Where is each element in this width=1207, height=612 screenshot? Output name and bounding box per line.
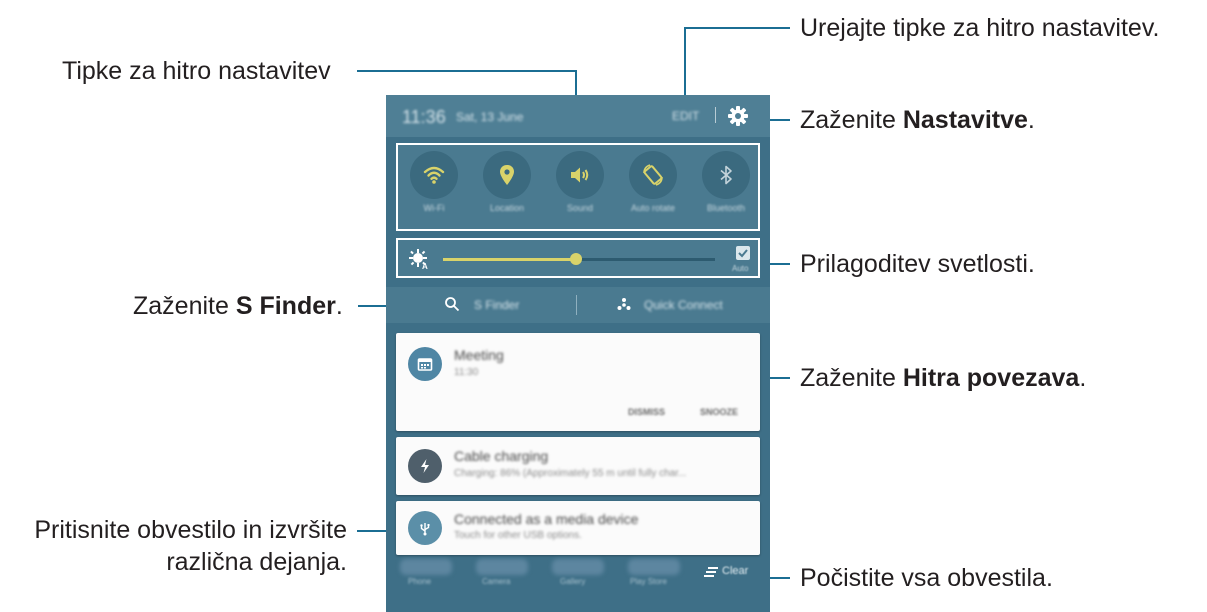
home-screen-dock: Phone Camera Gallery Play Store Clear xyxy=(386,557,770,612)
dock-app-camera-label: Camera xyxy=(482,577,511,586)
gear-icon xyxy=(728,106,748,126)
quick-setting-bluetooth-label: Bluetooth xyxy=(706,203,746,213)
quick-connect-icon xyxy=(617,298,631,310)
callout-s-finder: Zaženite S Finder. xyxy=(133,290,343,322)
dock-app-phone-icon xyxy=(400,559,452,575)
clear-all-button[interactable]: Clear xyxy=(702,563,762,581)
quick-setting-wifi-label: Wi-Fi xyxy=(423,203,445,213)
auto-brightness-checkbox[interactable] xyxy=(736,246,750,260)
status-bar: 11:36 Sat, 13 June EDIT xyxy=(386,95,770,137)
callout-notification-line1: Pritisnite obvestilo in izvršite xyxy=(34,516,347,544)
callout-finder-prefix: Zaženite xyxy=(133,292,236,320)
notification-charging-text: Charging: 86% (Approximately 55 m until … xyxy=(454,468,687,479)
clear-all-label: Clear xyxy=(722,565,749,577)
notification-charging-icon-wrap xyxy=(408,449,442,483)
dock-app-play-store-icon xyxy=(628,559,680,575)
callout-qc-prefix: Zaženite xyxy=(800,364,903,392)
callout-qc-bold: Hitra povezava xyxy=(902,364,1080,392)
brightness-slider-fill xyxy=(443,258,577,261)
status-time: 11:36 xyxy=(402,107,446,127)
location-icon xyxy=(500,165,514,185)
svg-text:A: A xyxy=(422,262,428,270)
callout-finder-bold: S Finder xyxy=(235,292,336,320)
brightness-panel: A Auto xyxy=(396,238,760,278)
quick-connect-button[interactable] xyxy=(616,297,634,315)
callout-quick-setting-buttons: Tipke za hitro nastavitev xyxy=(62,57,331,85)
callout-settings-bold: Nastavitve xyxy=(902,106,1028,134)
notification-usb-icon-wrap xyxy=(408,511,442,545)
quick-setting-sound-label: Sound xyxy=(566,203,594,213)
notification-meeting-time: 11:30 xyxy=(454,367,479,378)
brightness-slider[interactable] xyxy=(443,253,715,265)
clear-all-icon xyxy=(704,567,718,577)
notification-meeting[interactable]: Meeting 11:30 DISMISS SNOOZE xyxy=(396,333,760,431)
quick-setting-bluetooth[interactable] xyxy=(702,151,750,199)
callout-notification-line2: različna dejanja. xyxy=(166,548,347,576)
lightning-icon xyxy=(421,459,429,473)
s-finder-label[interactable]: S Finder xyxy=(474,298,519,312)
checkmark-icon xyxy=(738,249,748,258)
notification-meeting-title: Meeting xyxy=(454,347,504,363)
dock-app-phone-label: Phone xyxy=(408,577,432,586)
callout-settings-suffix: . xyxy=(1027,106,1035,134)
brightness-icon: A xyxy=(409,249,428,270)
callout-finder-suffix: . xyxy=(335,292,343,320)
quick-setting-location-label: Location xyxy=(489,203,525,213)
callout-qc-suffix: . xyxy=(1079,364,1087,392)
notification-meeting-icon-wrap xyxy=(408,347,442,381)
status-date: Sat, 13 June xyxy=(456,110,524,124)
finder-bar: S Finder Quick Connect xyxy=(386,287,770,323)
status-divider xyxy=(715,107,716,123)
brightness-slider-handle[interactable] xyxy=(570,253,583,265)
sound-icon xyxy=(571,167,589,183)
quick-settings-panel: Wi-Fi Location Sound Auto rotate Bluetoo… xyxy=(396,143,760,231)
finder-divider xyxy=(576,295,577,315)
callout-clear-all: Počistite vsa obvestila. xyxy=(800,564,1053,592)
notification-panel: 11:36 Sat, 13 June EDIT Wi-Fi Location S… xyxy=(386,95,770,612)
usb-icon xyxy=(420,523,430,536)
dock-app-play-store-label: Play Store xyxy=(630,577,667,586)
s-finder-button[interactable] xyxy=(444,296,464,316)
dock-app-gallery-icon xyxy=(552,559,604,575)
quick-setting-location[interactable] xyxy=(483,151,531,199)
rotate-icon xyxy=(643,164,663,186)
dock-app-camera-icon xyxy=(476,559,528,575)
notification-snooze-button[interactable]: SNOOZE xyxy=(700,407,738,417)
notification-usb-title: Connected as a media device xyxy=(454,511,639,527)
callout-notification: Pritisnite obvestilo in izvršite različn… xyxy=(0,514,347,578)
notification-cable-charging[interactable]: Cable charging Charging: 86% (Approximat… xyxy=(396,437,760,495)
notification-dismiss-button[interactable]: DISMISS xyxy=(628,407,665,417)
quick-setting-wifi[interactable] xyxy=(410,151,458,199)
bluetooth-icon xyxy=(720,165,732,185)
dock-app-gallery-label: Gallery xyxy=(560,577,586,586)
callout-quick-connect: Zaženite Hitra povezava. xyxy=(800,362,1086,394)
auto-brightness-label: Auto xyxy=(732,264,749,273)
search-icon xyxy=(445,297,460,312)
settings-button[interactable] xyxy=(726,104,750,128)
quick-setting-auto-rotate-label: Auto rotate xyxy=(630,203,676,213)
callout-settings-prefix: Zaženite xyxy=(800,106,903,134)
wifi-icon xyxy=(423,166,445,184)
calendar-icon xyxy=(417,358,433,371)
notification-usb[interactable]: Connected as a media device Touch for ot… xyxy=(396,501,760,555)
quick-connect-label[interactable]: Quick Connect xyxy=(644,298,723,312)
quick-setting-auto-rotate[interactable] xyxy=(629,151,677,199)
notification-usb-text: Touch for other USB options. xyxy=(454,530,582,541)
edit-button[interactable]: EDIT xyxy=(672,109,699,123)
callout-edit-quick-settings: Urejajte tipke za hitro nastavitev. xyxy=(800,14,1160,42)
callout-settings: Zaženite Nastavitve. xyxy=(800,104,1035,136)
callout-brightness: Prilagoditev svetlosti. xyxy=(800,250,1035,278)
quick-setting-sound[interactable] xyxy=(556,151,604,199)
notification-charging-title: Cable charging xyxy=(454,448,549,464)
